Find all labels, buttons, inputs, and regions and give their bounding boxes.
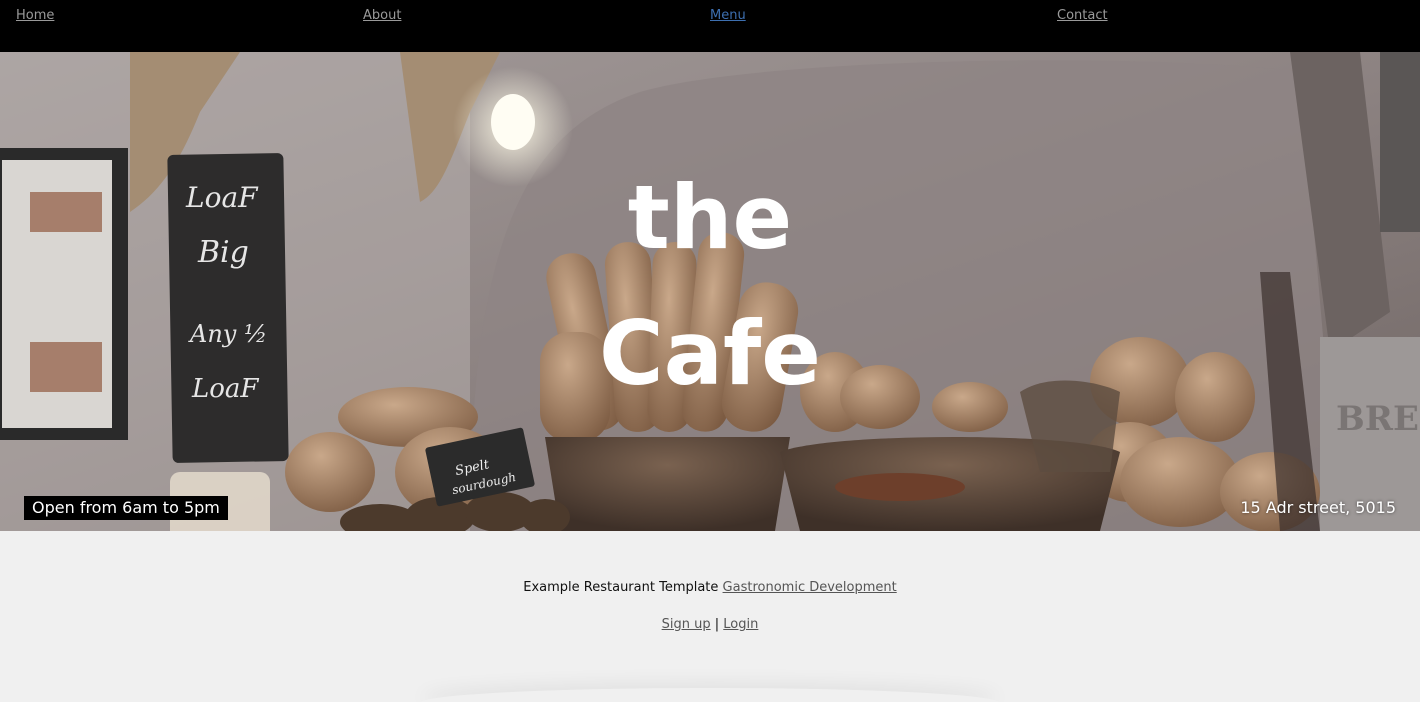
signup-link[interactable]: Sign up [662, 617, 711, 632]
hero-title: the Cafe [0, 150, 1420, 422]
top-navigation: Home About Menu Contact [0, 0, 1420, 52]
nav-link-about[interactable]: About [363, 8, 401, 23]
auth-separator: | [714, 617, 720, 632]
nav-link-home[interactable]: Home [16, 8, 54, 23]
auth-links: Sign up | Login [0, 617, 1420, 632]
nav-link-contact[interactable]: Contact [1057, 8, 1108, 23]
footer-template-text: Example Restaurant Template [523, 580, 719, 595]
hero-title-line-2: Cafe [599, 302, 821, 405]
opening-hours-badge: Open from 6am to 5pm [24, 496, 228, 520]
hero-banner: LoaF Big Any ½ LoaF BRE Spelt sourdough … [0, 52, 1420, 531]
login-link[interactable]: Login [723, 617, 758, 632]
nav-link-menu[interactable]: Menu [710, 8, 746, 23]
address-text: 15 Adr street, 5015 [1240, 498, 1396, 517]
hero-title-line-1: the [627, 166, 793, 269]
footer-template-line: Example Restaurant Template Gastronomic … [0, 580, 1420, 595]
footer-template-link[interactable]: Gastronomic Development [723, 580, 897, 595]
bottom-divider-shadow [420, 688, 1000, 702]
